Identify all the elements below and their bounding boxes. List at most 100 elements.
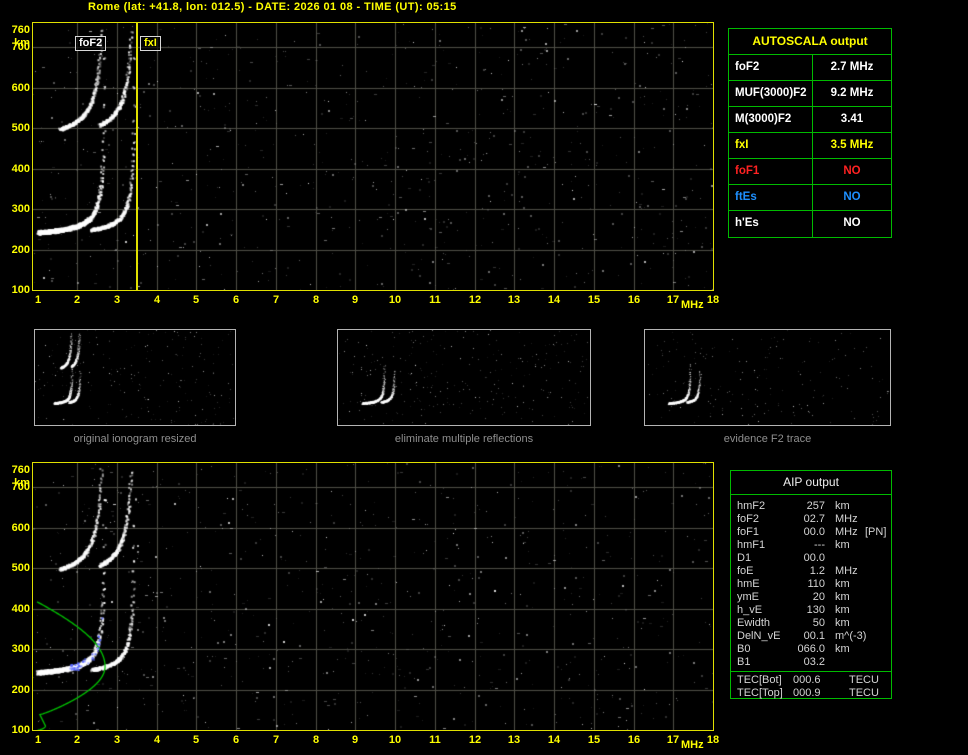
- aip-row-foF2: foF2 02.7 MHz: [731, 513, 891, 526]
- aip-row-param: hmF2: [737, 500, 766, 512]
- tec-param: TEC[Bot]: [737, 674, 782, 686]
- aip-row-note: [861, 539, 891, 552]
- autoscala-param-label: foF1: [729, 159, 813, 184]
- autoscala-param-value: NO: [843, 191, 861, 203]
- aip-output-table: AIP output hmF2 257 km foF2 02.7 MHz foF1 00.0 M…: [730, 470, 892, 699]
- aip-row-param: foF2: [737, 513, 760, 525]
- bottom-y-axis-unit: km: [14, 477, 30, 489]
- autoscala-row-M(3000)F2: M(3000)F2 3.41: [729, 107, 891, 133]
- top-y-tick-600: 600: [11, 82, 30, 94]
- top-x-tick-3: 3: [113, 294, 121, 306]
- fxI-marker-label: fxI: [140, 36, 161, 51]
- aip-row-unit: km: [835, 578, 850, 590]
- autoscala-param-value: 9.2 MHz: [830, 87, 874, 99]
- aip-row-h_vE: h_vE 130 km: [731, 604, 891, 617]
- aip-row-note: [861, 552, 891, 565]
- autoscala-table-rows: foF2 2.7 MHz MUF(3000)F2 9.2 MHz M(3000)F2 3.…: [729, 55, 891, 237]
- top-x-tick-1: 1: [34, 294, 42, 306]
- aip-row-note: [PN]: [865, 526, 887, 538]
- top-y-tick-200: 200: [11, 244, 30, 256]
- aip-row-unit: km: [835, 604, 850, 616]
- top-y-tick-300: 300: [11, 203, 30, 215]
- aip-tec-row-TEC[Top]: TEC[Top] 000.9 TECU: [731, 687, 891, 700]
- bottom-x-tick-11: 11: [429, 734, 441, 746]
- autoscala-table-title: AUTOSCALA output: [729, 29, 891, 55]
- aip-row-foE: foE 1.2 MHz: [731, 565, 891, 578]
- top-x-tick-13: 13: [507, 294, 521, 306]
- aip-row-param: B1: [737, 656, 751, 668]
- top-ionogram-plot: [33, 23, 713, 290]
- top-x-tick-18: 18: [706, 294, 720, 306]
- bottom-x-tick-13: 13: [507, 734, 521, 746]
- autoscala-param-label: foF2: [729, 55, 813, 80]
- aip-row-value: 00.0: [803, 552, 825, 564]
- aip-row-note: [861, 643, 891, 656]
- aip-row-unit: MHz: [835, 526, 858, 538]
- caption-eliminate-multiples: eliminate multiple reflections: [394, 433, 534, 445]
- thumbnail-no-multiples-canvas: [338, 330, 590, 425]
- bottom-x-tick-4: 4: [153, 734, 161, 746]
- autoscala-app-window: Rome (lat: +41.8, lon: 012.5) - DATE: 20…: [0, 0, 968, 755]
- autoscala-param-value: NO: [843, 217, 861, 229]
- aip-row-hmE: hmE 110 km: [731, 578, 891, 591]
- aip-row-value: ---: [814, 539, 825, 551]
- autoscala-row-h'Es: h'Es NO: [729, 211, 891, 237]
- aip-row-value: 03.2: [803, 656, 825, 668]
- aip-row-unit: km: [835, 591, 850, 603]
- top-y-tick-760: 760: [11, 24, 30, 36]
- bottom-x-tick-5: 5: [192, 734, 200, 746]
- thumbnail-original-canvas: [35, 330, 235, 425]
- aip-row-value: 066.0: [797, 643, 825, 655]
- top-y-tick-500: 500: [11, 122, 30, 134]
- bottom-y-tick-760: 760: [11, 464, 30, 476]
- bottom-x-tick-15: 15: [587, 734, 601, 746]
- aip-row-foF1: foF1 00.0 MHz [PN]: [731, 526, 891, 539]
- bottom-y-tick-500: 500: [11, 562, 30, 574]
- thumbnail-original-ionogram: [34, 329, 236, 426]
- aip-row-param: DelN_vE: [737, 630, 781, 642]
- aip-row-param: ymE: [737, 591, 759, 603]
- fxI-frequency-line: [136, 23, 138, 290]
- bottom-y-tick-600: 600: [11, 522, 30, 534]
- aip-row-DelN_vE: DelN_vE 00.1 m^(-3): [731, 630, 891, 643]
- top-x-tick-16: 16: [627, 294, 641, 306]
- top-x-tick-7: 7: [272, 294, 280, 306]
- bottom-x-tick-9: 9: [351, 734, 359, 746]
- autoscala-row-foF2: foF2 2.7 MHz: [729, 55, 891, 81]
- aip-row-hmF2: hmF2 257 km: [731, 500, 891, 513]
- autoscala-param-value: 3.41: [840, 113, 864, 125]
- bottom-x-tick-8: 8: [312, 734, 320, 746]
- bottom-x-tick-14: 14: [547, 734, 561, 746]
- tec-unit: TECU: [849, 687, 879, 699]
- top-x-tick-9: 9: [351, 294, 359, 306]
- bottom-ionogram-frame: [32, 462, 714, 731]
- bottom-x-tick-18: 18: [706, 734, 720, 746]
- autoscala-param-label: fxI: [729, 133, 813, 158]
- bottom-x-tick-12: 12: [468, 734, 482, 746]
- aip-row-note: [861, 617, 891, 630]
- aip-row-param: foF1: [737, 526, 760, 538]
- aip-row-param: hmF1: [737, 539, 766, 551]
- tec-value: 000.6: [793, 674, 821, 686]
- autoscala-row-foF1: foF1 NO: [729, 159, 891, 185]
- autoscala-param-value: 3.5 MHz: [830, 139, 874, 151]
- bottom-x-tick-3: 3: [113, 734, 121, 746]
- autoscala-param-label: M(3000)F2: [729, 107, 813, 132]
- aip-row-unit: km: [835, 500, 850, 512]
- aip-row-unit: m^(-3): [835, 630, 867, 642]
- aip-row-unit: MHz: [835, 513, 858, 525]
- aip-row-unit: [825, 656, 861, 669]
- aip-row-value: 110: [807, 578, 825, 590]
- aip-row-param: h_vE: [737, 604, 763, 616]
- top-y-tick-400: 400: [11, 163, 30, 175]
- aip-row-unit: km: [835, 643, 850, 655]
- station-date-title: Rome (lat: +41.8, lon: 012.5) - DATE: 20…: [88, 1, 457, 13]
- caption-original-ionogram: original ionogram resized: [73, 433, 197, 445]
- aip-table-rows: hmF2 257 km foF2 02.7 MHz foF1 00.0 MHz [PN] hmF1 -…: [731, 495, 891, 669]
- aip-row-param: Ewidth: [737, 617, 771, 629]
- aip-tec-rows: TEC[Bot] 000.6 TECU TEC[Top] 000.9 TECU: [731, 671, 891, 700]
- bottom-y-tick-400: 400: [11, 603, 30, 615]
- bottom-y-tick-200: 200: [11, 684, 30, 696]
- aip-row-unit: MHz: [835, 565, 858, 577]
- autoscala-param-value: NO: [843, 165, 861, 177]
